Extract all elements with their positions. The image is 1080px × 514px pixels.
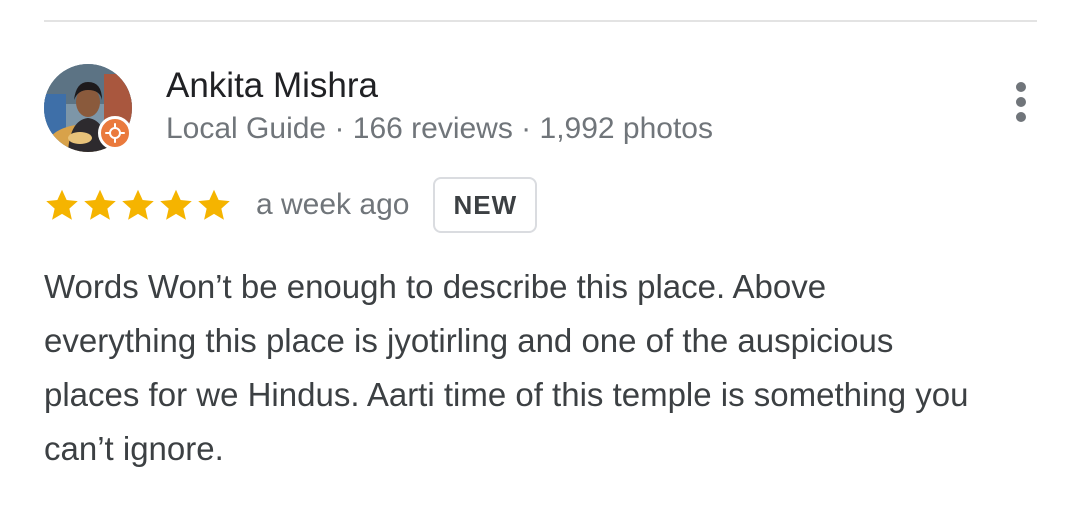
more-vert-icon[interactable]	[1011, 82, 1031, 122]
review-date: a week ago	[256, 188, 410, 221]
star-icon	[82, 187, 118, 223]
review-text: Words Won’t be enough to describe this p…	[44, 268, 969, 467]
local-guide-badge-icon	[98, 116, 132, 150]
star-icon	[44, 187, 80, 223]
star-rating	[44, 187, 232, 223]
author-meta: Local Guide · 166 reviews · 1,992 photos	[166, 112, 713, 145]
new-badge: NEW	[433, 177, 538, 233]
more-dot	[1016, 82, 1026, 92]
rating-row: a week ago NEW	[44, 176, 538, 234]
more-dot	[1016, 97, 1026, 107]
star-icon	[196, 187, 232, 223]
more-dot	[1016, 112, 1026, 122]
top-divider	[44, 20, 1037, 22]
author-name[interactable]: Ankita Mishra	[166, 66, 378, 106]
star-icon	[158, 187, 194, 223]
star-icon	[120, 187, 156, 223]
